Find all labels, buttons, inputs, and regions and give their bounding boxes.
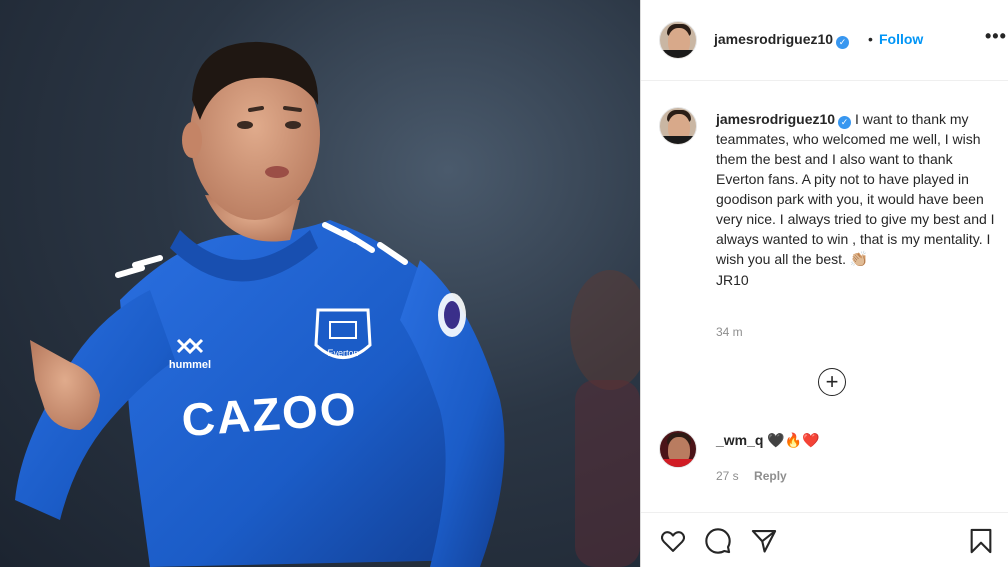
post-photo[interactable]: Everton hummel CAZOO: [0, 0, 640, 567]
commenter-username[interactable]: _wm_q: [716, 432, 763, 448]
more-options-icon[interactable]: •••: [985, 26, 1007, 47]
comment-button[interactable]: [704, 527, 732, 555]
plus-circle-icon: +: [825, 369, 839, 394]
share-button[interactable]: [750, 527, 778, 555]
post-action-bar: [641, 512, 1008, 567]
kit-brand-text: hummel: [169, 359, 211, 371]
verified-badge-icon: ✓: [838, 116, 852, 129]
club-badge-text: Everton: [327, 348, 358, 358]
post-sidebar: jamesrodriguez10 ✓ • Follow ••• jamesrodr…: [640, 0, 1008, 567]
author-avatar[interactable]: [659, 21, 697, 59]
post-caption: jamesrodriguez10 ✓ I want to thank my tea…: [716, 109, 1001, 290]
comment-text: 🖤🔥❤️: [767, 432, 820, 448]
verified-badge-icon: ✓: [836, 36, 850, 49]
heart-icon: [660, 531, 686, 552]
caption-username[interactable]: jamesrodriguez10: [716, 111, 835, 127]
player-photo-illustration: Everton hummel CAZOO: [15, 41, 640, 567]
caption-signature: JR10: [716, 272, 749, 288]
instagram-post: Everton hummel CAZOO jamesrodriguez10 ✓ •…: [0, 0, 1008, 567]
reply-button[interactable]: Reply: [754, 469, 787, 483]
post-header: jamesrodriguez10 ✓ • Follow •••: [641, 0, 1008, 81]
author-username-text[interactable]: jamesrodriguez10: [714, 31, 833, 47]
comment-item: _wm_q 🖤🔥❤️: [716, 432, 820, 449]
club-badge: Everton: [314, 308, 372, 359]
comment-meta: 27 s Reply: [716, 469, 787, 483]
clapping-hands-emoji: 👏🏼: [849, 251, 869, 268]
caption-author-avatar[interactable]: [659, 107, 697, 145]
save-button[interactable]: [967, 527, 995, 555]
author-username[interactable]: jamesrodriguez10 ✓: [714, 31, 850, 49]
caption-timestamp[interactable]: 34 m: [716, 325, 743, 339]
follow-button[interactable]: Follow: [879, 31, 923, 47]
comment-bubble-icon: [705, 528, 731, 554]
paper-plane-icon: [751, 530, 777, 553]
load-more-comments-button[interactable]: +: [818, 368, 846, 396]
like-button[interactable]: [659, 527, 687, 555]
commenter-avatar[interactable]: [659, 430, 697, 468]
caption-text: I want to thank my teammates, who welcom…: [716, 111, 995, 267]
separator-dot: •: [868, 31, 873, 47]
bookmark-icon: [970, 528, 992, 554]
comment-timestamp[interactable]: 27 s: [716, 469, 739, 483]
